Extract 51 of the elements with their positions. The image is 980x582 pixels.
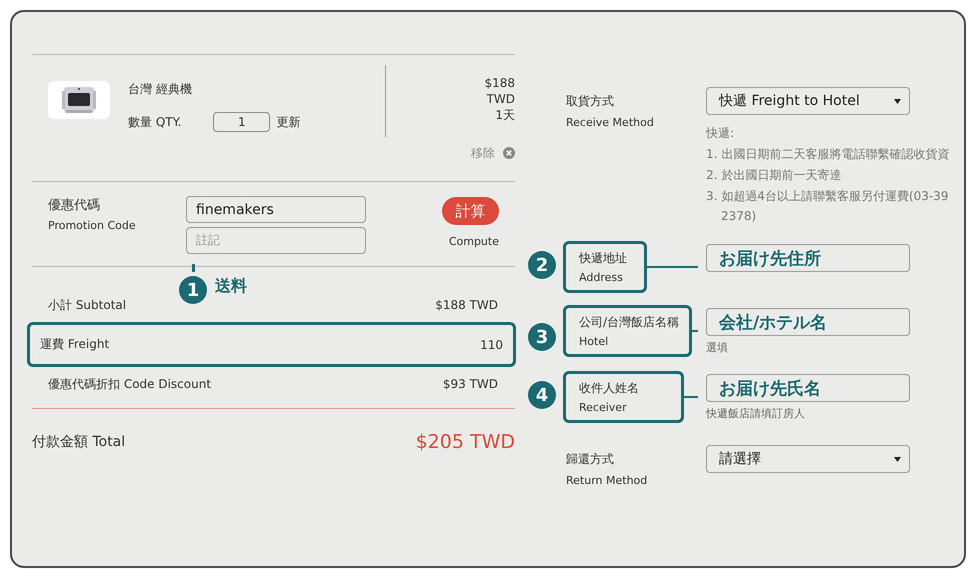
promotion-label-english: Promotion Code bbox=[48, 219, 137, 232]
notes-title: 快遞: bbox=[706, 125, 736, 142]
field-label-english: Receive Method bbox=[566, 116, 654, 129]
update-link[interactable]: 更新 bbox=[276, 114, 300, 130]
field-label: 取貨方式 bbox=[566, 93, 615, 110]
summary-label: 小計 Subtotal bbox=[48, 296, 126, 314]
summary-value: 110 bbox=[480, 338, 503, 352]
compute-label: Compute bbox=[448, 235, 499, 248]
field-label-english: Return Method bbox=[566, 474, 648, 487]
rental-duration: 1天 bbox=[495, 107, 515, 123]
quantity-field[interactable]: 1 bbox=[213, 112, 270, 132]
summary-value: $93 TWD bbox=[442, 377, 498, 391]
price: $188 bbox=[484, 75, 515, 91]
dropdown[interactable]: 請選擇 bbox=[706, 445, 910, 473]
field-label-english: Hotel bbox=[579, 335, 610, 348]
promotion-code-field[interactable]: finemakers bbox=[186, 196, 366, 223]
step-number: 3 bbox=[528, 323, 556, 351]
quantity-label: 數量 QTY. bbox=[128, 114, 182, 130]
total-amount: $205 TWD bbox=[416, 431, 515, 453]
note-item: 1. 出國日期前二天客服將電話聯繫確認收貨資 bbox=[706, 146, 950, 163]
note-item: 3. 如超過4台以上請聯繫客服另付運費(03-39 bbox=[706, 188, 950, 205]
field-label: 歸還方式 bbox=[566, 451, 615, 468]
note-item-continuation: 2378) bbox=[720, 209, 758, 223]
currency: TWD bbox=[486, 91, 515, 107]
field-label: 收件人姓名 bbox=[579, 380, 640, 397]
remove-button[interactable]: 移除 bbox=[471, 145, 515, 161]
product-name: 台灣 經典機 bbox=[128, 81, 193, 98]
compute-button[interactable]: 計算 bbox=[442, 197, 499, 225]
field-label: 快遞地址 bbox=[579, 250, 628, 267]
summary-value: $188 TWD bbox=[435, 298, 498, 312]
callout-label: 送料 bbox=[215, 276, 247, 297]
summary-label: 優惠代碼折扣 Code Discount bbox=[48, 376, 212, 392]
field-label-english: Receiver bbox=[579, 401, 628, 414]
dropdown-caret-icon bbox=[894, 98, 901, 104]
remove-icon bbox=[503, 147, 515, 159]
summary-label: 運費 Freight bbox=[40, 336, 110, 353]
field-label: 公司/台灣飯店名稱 bbox=[579, 314, 680, 331]
step-number: 2 bbox=[528, 251, 556, 279]
dropdown-caret-icon bbox=[894, 456, 901, 462]
input-field[interactable]: お届け先住所 bbox=[706, 244, 910, 272]
input-field[interactable]: 会社/ホテル名 bbox=[706, 308, 910, 336]
field-label-english: Address bbox=[579, 271, 624, 284]
step-number: 1 bbox=[179, 276, 207, 304]
total-label: 付款金額 Total bbox=[32, 433, 126, 451]
dropdown[interactable]: 快遞 Freight to Hotel bbox=[706, 87, 910, 115]
step-number: 4 bbox=[528, 381, 556, 409]
input-field[interactable]: お届け先氏名 bbox=[706, 374, 910, 402]
field-hint: 選填 bbox=[706, 340, 729, 355]
note-item: 2. 於出國日期前一天寄達 bbox=[706, 167, 842, 184]
promotion-label: 優惠代碼 bbox=[48, 197, 101, 214]
field-hint: 快遞飯店請填訂房人 bbox=[706, 406, 806, 421]
